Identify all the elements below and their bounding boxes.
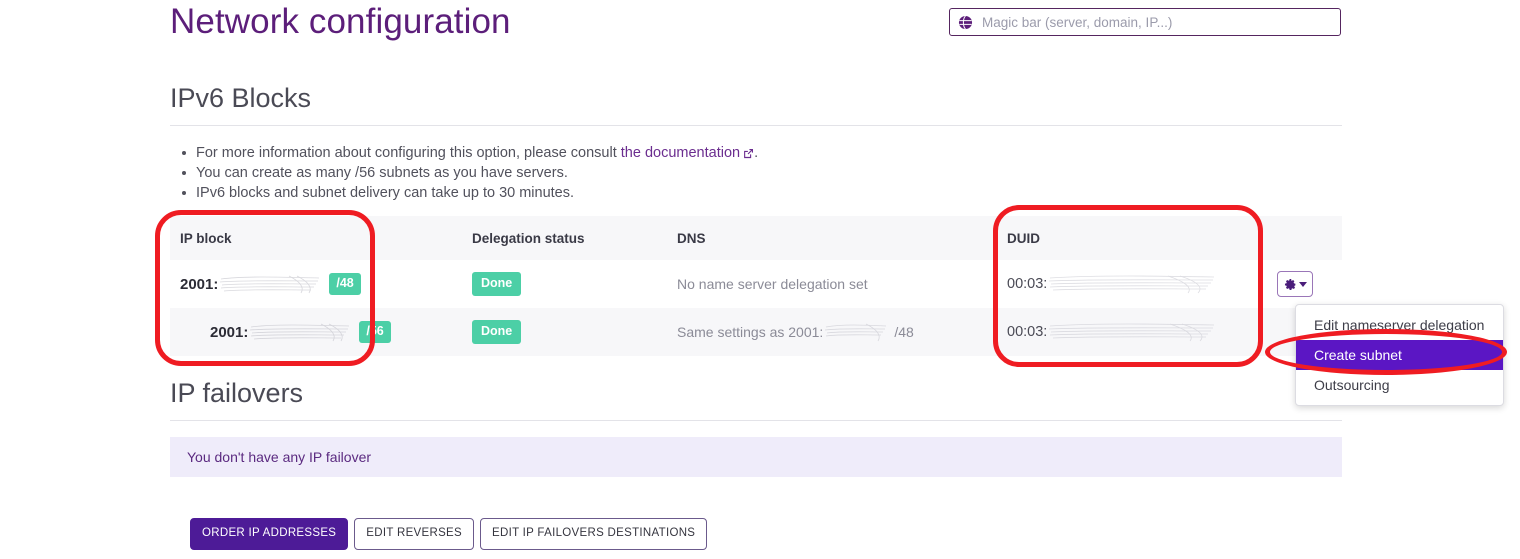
network-configuration-page: Network configuration IPv6 Blocks For mo… <box>0 0 1520 559</box>
column-header-duid: DUID <box>1007 216 1277 260</box>
ipv6-blocks-heading: IPv6 Blocks <box>170 83 312 113</box>
ipv6-info-list: For more information about configuring t… <box>172 143 758 203</box>
list-item: IPv6 blocks and subnet delivery can take… <box>181 183 758 203</box>
redacted-duid-scribble <box>1048 273 1218 295</box>
cell-dns: Same settings as 2001: /48 <box>677 308 1007 356</box>
ip-failovers-heading: IP failovers <box>170 378 304 408</box>
cell-duid: 00:03: <box>1007 260 1277 308</box>
list-item: You can create as many /56 subnets as yo… <box>181 163 758 183</box>
bullet-text: For more information about configuring t… <box>196 145 621 161</box>
dns-value: No name server delegation set <box>677 276 868 292</box>
cell-duid: 00:03: <box>1007 308 1277 356</box>
page-title: Network configuration <box>170 2 511 41</box>
row-actions-button[interactable] <box>1277 271 1313 297</box>
column-header-ip-block: IP block <box>170 216 472 260</box>
ip-block-prefix: 2001: <box>210 323 249 341</box>
dns-value: Same settings as 2001: <box>677 324 824 340</box>
redacted-ip-scribble <box>249 321 353 343</box>
chevron-down-icon <box>1298 281 1307 287</box>
ipv6-heading-divider <box>170 125 1342 126</box>
ip-block-prefix: 2001: <box>180 275 219 293</box>
cell-delegation-status: Done <box>472 260 677 308</box>
row-actions-dropdown: Edit nameserver delegation Create subnet… <box>1295 304 1504 406</box>
ipv6-blocks-table: IP block Delegation status DNS DUID 2001… <box>170 216 1342 356</box>
edit-reverses-button[interactable]: EDIT REVERSES <box>354 518 474 550</box>
cell-ip-block: 2001: <box>170 308 472 356</box>
column-header-actions <box>1277 216 1342 260</box>
duid-prefix: 00:03: <box>1007 324 1048 340</box>
external-link-icon <box>744 149 754 159</box>
table-row: 2001: <box>170 308 1342 356</box>
bullet-text: You can create as many /56 subnets as yo… <box>196 165 568 181</box>
magic-bar-input[interactable] <box>982 14 1332 30</box>
empty-failover-message: You don't have any IP failover <box>187 449 372 465</box>
duid-prefix: 00:03: <box>1007 276 1048 292</box>
table-header-row: IP block Delegation status DNS DUID <box>170 216 1342 260</box>
order-ip-addresses-button[interactable]: ORDER IP ADDRESSES <box>190 518 349 550</box>
menu-item-edit-nameserver-delegation[interactable]: Edit nameserver delegation <box>1296 310 1503 340</box>
bullet-text: IPv6 blocks and subnet delivery can take… <box>196 185 575 201</box>
ip-mask-badge: /48 <box>329 273 361 295</box>
edit-ip-failovers-destinations-button[interactable]: EDIT IP FAILOVERS DESTINATIONS <box>480 518 708 550</box>
bullet-text-after: . <box>754 145 759 161</box>
empty-failover-banner: You don't have any IP failover <box>170 437 1342 477</box>
cell-dns: No name server delegation set <box>677 260 1007 308</box>
dns-value-suffix: /48 <box>894 324 914 340</box>
action-button-row: ORDER IP ADDRESSES EDIT REVERSES EDIT IP… <box>190 518 708 550</box>
cell-actions <box>1277 260 1342 308</box>
gear-icon <box>1284 278 1295 290</box>
status-badge: Done <box>472 320 522 344</box>
menu-item-create-subnet[interactable]: Create subnet <box>1296 340 1503 370</box>
menu-item-outsourcing[interactable]: Outsourcing <box>1296 370 1503 400</box>
redacted-duid-scribble <box>1048 321 1218 343</box>
redacted-ip-scribble <box>219 273 323 295</box>
ip-failovers-divider <box>170 420 1342 421</box>
redacted-dns-scribble <box>824 321 888 343</box>
documentation-link[interactable]: the documentation <box>621 145 740 161</box>
status-badge: Done <box>472 272 522 296</box>
list-item: For more information about configuring t… <box>181 143 759 163</box>
table-row: 2001: <box>170 260 1342 308</box>
magic-bar[interactable] <box>949 8 1341 36</box>
globe-icon <box>958 15 973 29</box>
column-header-dns: DNS <box>677 216 1007 260</box>
ip-mask-badge: /56 <box>359 321 391 343</box>
cell-delegation-status: Done <box>472 308 677 356</box>
column-header-delegation: Delegation status <box>472 216 677 260</box>
cell-ip-block: 2001: <box>170 260 472 308</box>
